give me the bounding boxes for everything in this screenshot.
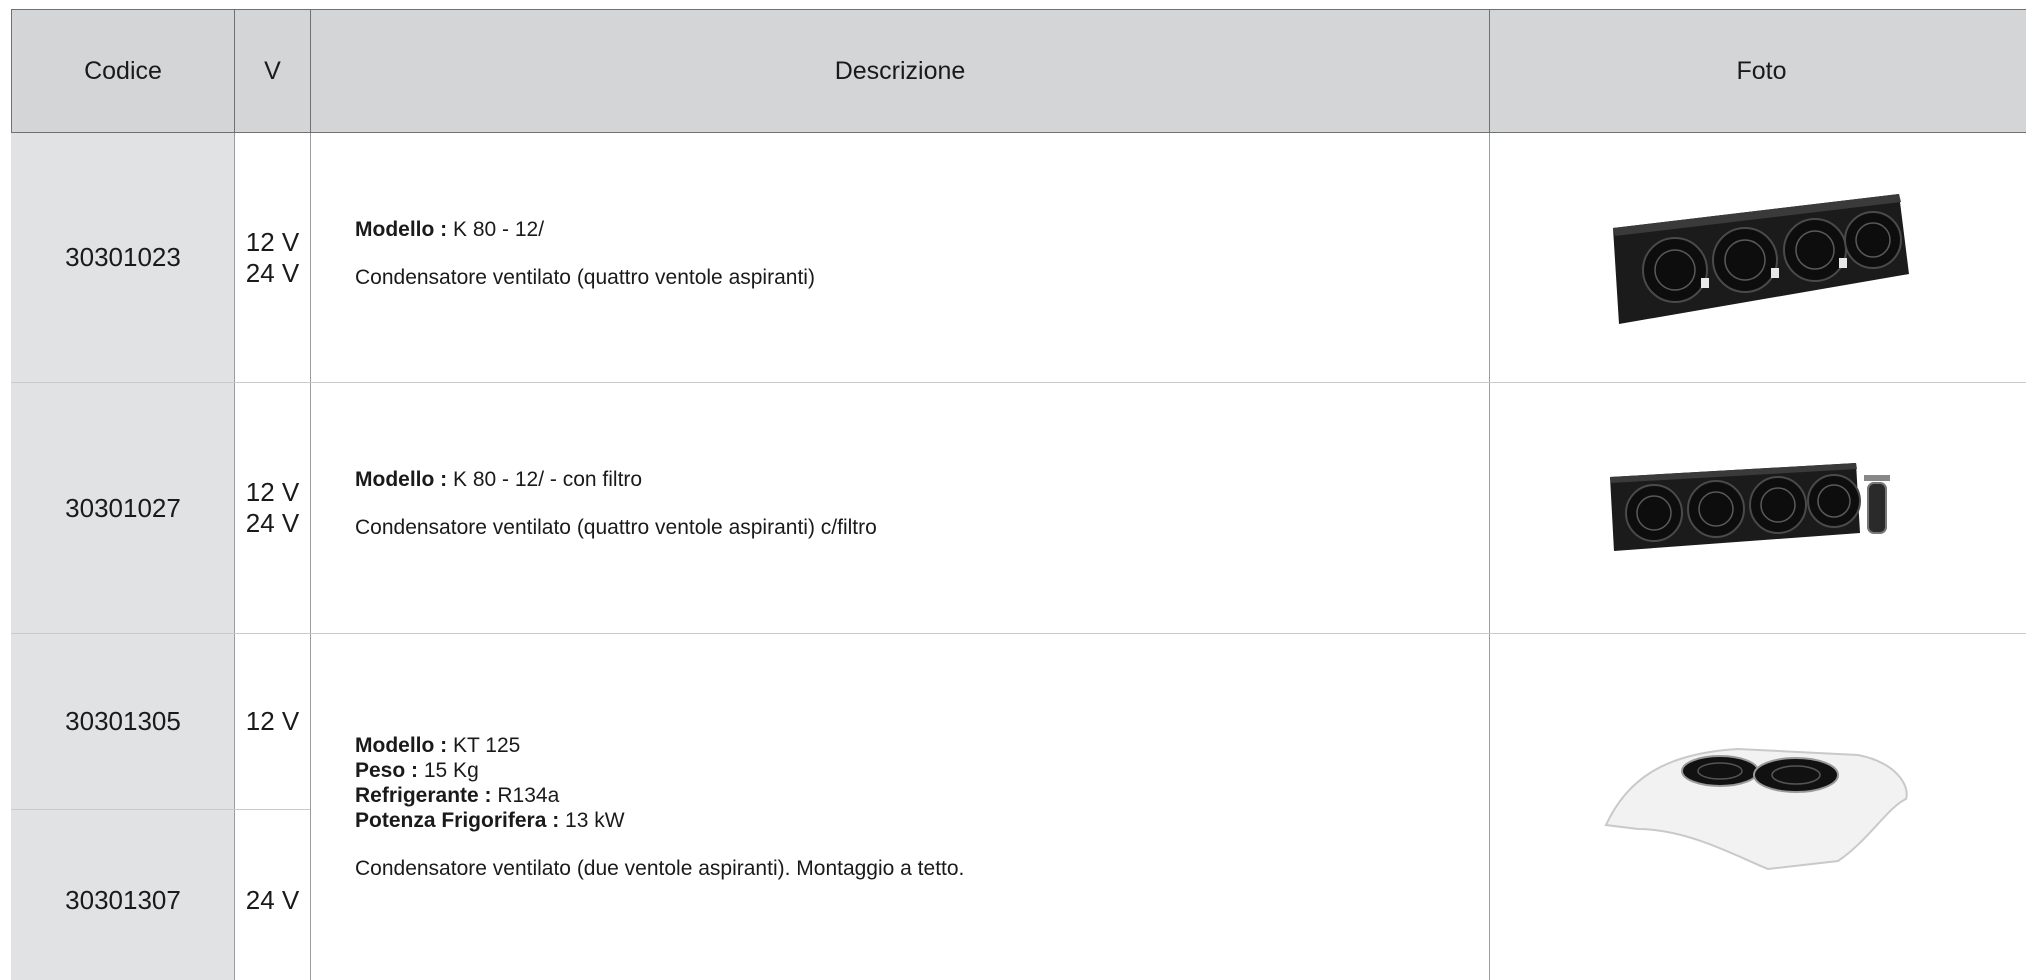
voltage-12: 12 V	[245, 477, 300, 507]
condenser-4-fans-filter-photo	[1610, 463, 1890, 551]
voltage-cell: 12 V	[235, 634, 310, 809]
model-value: K 80 - 12/ - con filtro	[447, 468, 643, 491]
description-cell: Modello : K 80 - 12/ Condensatore ventil…	[355, 217, 1455, 291]
voltage-24: 24 V	[245, 257, 300, 288]
header-foto: Foto	[1489, 9, 2026, 133]
refrigerant-value: R134a	[491, 784, 560, 807]
cooling-power-value: 13 kW	[559, 809, 625, 832]
voltage-cell: 12 V 24 V	[235, 383, 310, 633]
code-cell: 30301307	[11, 810, 235, 980]
photo-cell	[1490, 133, 2026, 382]
product-table: Codice V Descrizione Foto 30301023 30301…	[11, 9, 2026, 980]
voltage-12: 12 V	[245, 706, 300, 736]
refrigerant-label: Refrigerante :	[355, 784, 492, 807]
description-cell: Modello : K 80 - 12/ - con filtro Conden…	[355, 467, 1455, 541]
description-cell: Modello : KT 125 Peso : 15 Kg Refrigeran…	[355, 733, 1455, 881]
product-code: 30301307	[65, 884, 181, 915]
row-divider	[11, 809, 310, 810]
photo-cell	[1490, 383, 2026, 633]
description-text: Condensatore ventilato (quattro ventole …	[355, 516, 877, 539]
voltage-cell: 12 V 24 V	[235, 133, 310, 382]
code-cell: 30301023	[11, 133, 235, 382]
column-divider	[234, 133, 235, 980]
photo-cell	[1490, 634, 2026, 980]
voltage-cell: 24 V	[235, 810, 310, 980]
model-label: Modello :	[355, 218, 448, 241]
voltage-12: 12 V	[245, 226, 300, 257]
roof-condenser-2-fans-photo	[1604, 747, 1908, 871]
header-descrizione: Descrizione	[310, 9, 1490, 133]
code-cell: 30301027	[11, 383, 235, 633]
header-codice: Codice	[11, 9, 235, 133]
model-label: Modello :	[355, 734, 448, 757]
cooling-power-label: Potenza Frigorifera :	[355, 809, 560, 832]
code-cell: 30301305	[11, 634, 235, 809]
model-label: Modello :	[355, 468, 448, 491]
description-text: Condensatore ventilato (due ventole aspi…	[355, 857, 965, 880]
weight-label: Peso :	[355, 759, 419, 782]
description-text: Condensatore ventilato (quattro ventole …	[355, 266, 815, 289]
voltage-24: 24 V	[245, 508, 300, 538]
column-divider	[310, 133, 311, 980]
header-v: V	[234, 9, 311, 133]
model-value: KT 125	[447, 734, 521, 757]
weight-value: 15 Kg	[418, 759, 479, 782]
product-code: 30301305	[65, 706, 181, 736]
product-code: 30301027	[65, 492, 181, 523]
product-code: 30301023	[65, 242, 181, 272]
voltage-24: 24 V	[245, 884, 300, 915]
model-value: K 80 - 12/	[447, 218, 545, 241]
condenser-4-fans-photo	[1613, 193, 1909, 324]
